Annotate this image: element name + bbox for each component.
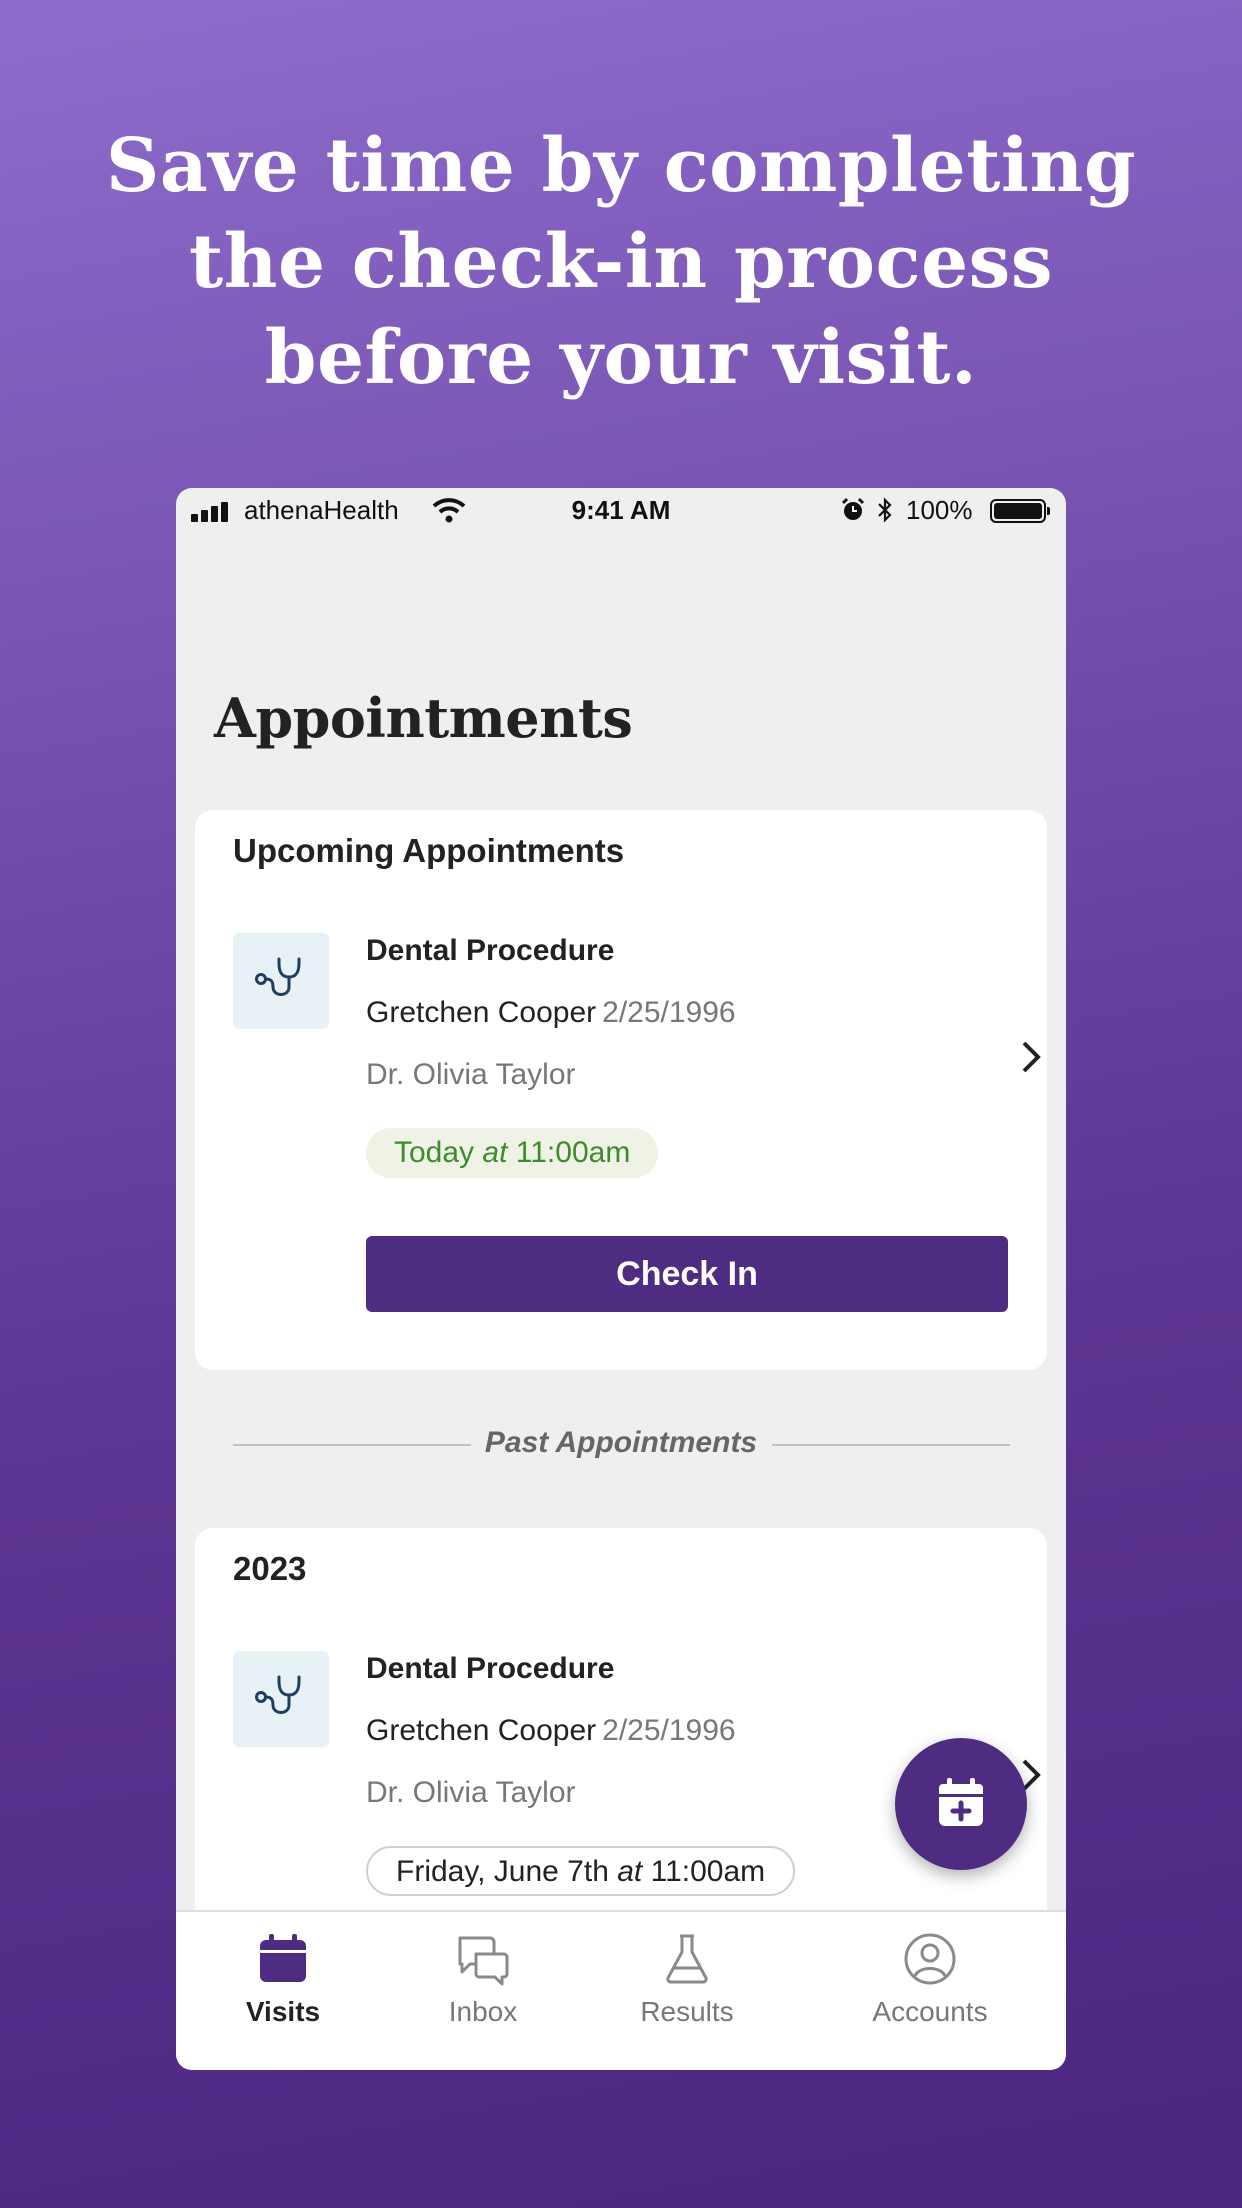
stethoscope-icon bbox=[233, 1651, 329, 1747]
tab-label: Visits bbox=[245, 1996, 321, 2027]
time-at: at bbox=[617, 1855, 643, 1888]
tab-label: Accounts bbox=[872, 1996, 988, 2027]
appointment-type: Dental Procedure bbox=[366, 1652, 615, 1685]
chevron-right-icon[interactable] bbox=[1021, 1040, 1041, 1074]
phone-screen: athenaHealth 9:41 AM 100% Appointments U… bbox=[176, 488, 1066, 2070]
battery-percent: 100% bbox=[906, 495, 973, 525]
patient-dob: 2/25/1996 bbox=[602, 996, 736, 1029]
appointment-type: Dental Procedure bbox=[366, 934, 615, 967]
time-prefix: Today bbox=[394, 1136, 475, 1169]
bluetooth-icon bbox=[878, 497, 892, 523]
appointment-patient: Gretchen Cooper 2/25/1996 bbox=[366, 996, 736, 1030]
tab-label: Results bbox=[640, 1996, 734, 2027]
status-bar: athenaHealth 9:41 AM 100% bbox=[176, 488, 1066, 536]
alarm-icon bbox=[841, 497, 865, 520]
tab-label: Inbox bbox=[448, 1996, 518, 2027]
year-heading: 2023 bbox=[233, 1550, 307, 1587]
bottom-tab-bar: Visits Inbox Results Accounts bbox=[176, 1910, 1066, 2070]
page-title: Appointments bbox=[214, 686, 633, 750]
patient-dob: 2/25/1996 bbox=[602, 1714, 736, 1747]
calendar-icon bbox=[260, 1934, 306, 1982]
appointment-time-badge: Friday, June 7th at 11:00am bbox=[366, 1846, 796, 1896]
stethoscope-icon bbox=[233, 933, 329, 1029]
past-appointments-label: Past Appointments bbox=[484, 1426, 758, 1459]
tab-visits[interactable]: Visits bbox=[220, 1912, 346, 2070]
schedule-appointment-button[interactable] bbox=[895, 1738, 1027, 1870]
upcoming-appointments-card[interactable]: Upcoming Appointments Dental Procedure G… bbox=[195, 810, 1047, 1370]
headline-line-3: before your visit. bbox=[264, 315, 978, 401]
appointment-patient: Gretchen Cooper 2/25/1996 bbox=[366, 1714, 736, 1748]
check-in-button[interactable]: Check In bbox=[366, 1236, 1008, 1312]
appointment-time-badge: Today at 11:00am bbox=[366, 1128, 659, 1178]
time-prefix: Friday, June 7th bbox=[396, 1855, 609, 1888]
headline-line-2: the check-in process bbox=[188, 219, 1054, 305]
battery-icon bbox=[990, 499, 1050, 523]
appointment-doctor: Dr. Olivia Taylor bbox=[366, 1776, 576, 1809]
headline-line-1: Save time by completing bbox=[105, 123, 1137, 209]
tab-results[interactable]: Results bbox=[612, 1912, 762, 2070]
tab-accounts[interactable]: Accounts bbox=[852, 1912, 1008, 2070]
patient-name: Gretchen Cooper bbox=[366, 996, 597, 1029]
time-value: 11:00am bbox=[515, 1136, 631, 1169]
patient-name: Gretchen Cooper bbox=[366, 1714, 597, 1747]
tab-inbox[interactable]: Inbox bbox=[420, 1912, 546, 2070]
appointment-doctor: Dr. Olivia Taylor bbox=[366, 1058, 576, 1091]
flask-icon bbox=[666, 1934, 708, 1984]
divider-line-right bbox=[772, 1444, 1010, 1446]
promo-headline: Save time by completing the check-in pro… bbox=[0, 118, 1242, 406]
upcoming-heading: Upcoming Appointments bbox=[233, 832, 625, 869]
calendar-plus-icon bbox=[939, 1778, 983, 1826]
account-icon bbox=[904, 1933, 956, 1985]
time-at: at bbox=[482, 1136, 508, 1169]
chat-icon bbox=[458, 1936, 509, 1986]
time-value: 11:00am bbox=[650, 1855, 766, 1888]
